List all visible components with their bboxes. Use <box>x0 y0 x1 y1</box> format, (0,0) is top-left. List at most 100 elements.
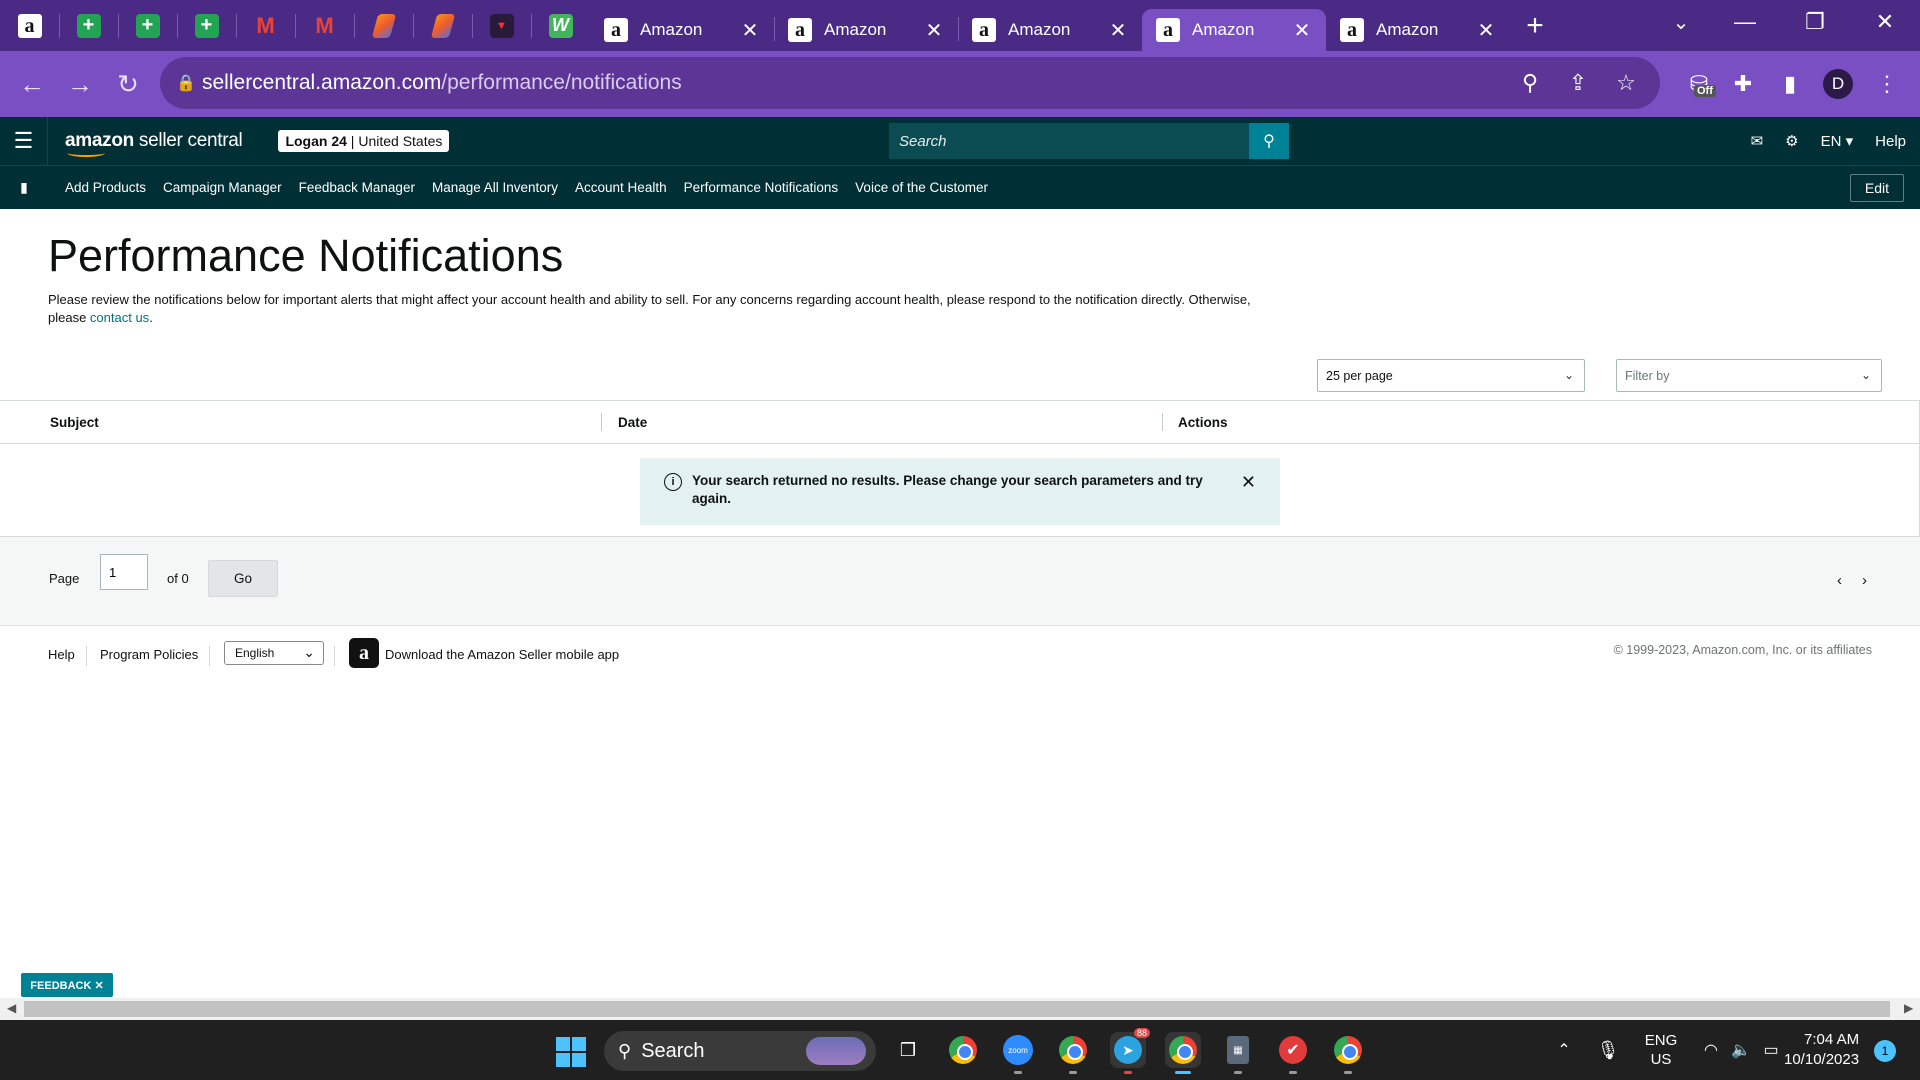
pinned-tab-sheets[interactable]: + <box>118 0 177 51</box>
search-button[interactable]: ⚲ <box>1249 123 1289 159</box>
extension-off-button[interactable]: ⛁ Off <box>1676 61 1722 107</box>
taskbar-chrome-alt[interactable] <box>1330 1032 1366 1074</box>
chrome-menu-button[interactable]: ⋮ <box>1864 61 1910 107</box>
back-button[interactable]: ← <box>8 60 56 108</box>
mail-icon[interactable]: ✉ <box>1751 132 1764 150</box>
nav-add-products[interactable]: Add Products <box>65 180 146 195</box>
close-icon[interactable]: ✕ <box>1108 18 1128 43</box>
footer-help-link[interactable]: Help <box>48 647 75 662</box>
nav-campaign-manager[interactable]: Campaign Manager <box>163 180 282 195</box>
minimize-button[interactable]: — <box>1710 0 1780 44</box>
scroll-right-icon[interactable]: ▶ <box>1904 1001 1913 1015</box>
go-button[interactable]: Go <box>208 560 278 597</box>
edit-bookmarks-button[interactable]: Edit <box>1849 174 1904 202</box>
pinned-tab-sheets[interactable]: + <box>177 0 236 51</box>
page-number-input[interactable] <box>100 554 148 590</box>
close-icon[interactable]: ✕ <box>1241 472 1256 493</box>
column-subject[interactable]: Subject <box>50 401 99 444</box>
pinned-tab-w-app[interactable]: W <box>531 0 590 51</box>
browser-tab-active[interactable]: a Amazon ✕ <box>1142 9 1326 51</box>
volume-icon[interactable]: 🔈 <box>1726 1040 1756 1060</box>
seller-central-logo[interactable]: amazon seller central <box>65 130 243 157</box>
browser-tab[interactable]: a Amazon ✕ <box>590 9 774 51</box>
windows-logo-icon <box>572 1037 586 1051</box>
pinned-tab-gmail[interactable]: M <box>295 0 354 51</box>
per-page-select[interactable]: 25 per page ⌄ <box>1317 359 1585 392</box>
filter-by-select[interactable]: Filter by ⌄ <box>1616 359 1882 392</box>
taskbar-chrome-profile[interactable] <box>1055 1032 1091 1074</box>
bookmark-icon[interactable]: ▮ <box>0 179 48 196</box>
nav-voice-of-the-customer[interactable]: Voice of the Customer <box>855 180 988 195</box>
contact-us-link[interactable]: contact us <box>90 310 149 325</box>
download-app-link[interactable]: Download the Amazon Seller mobile app <box>385 647 619 662</box>
browser-tab[interactable]: a Amazon ✕ <box>1326 9 1510 51</box>
reload-button[interactable]: ↻ <box>104 60 152 108</box>
taskbar-chrome[interactable] <box>945 1032 981 1068</box>
footer-program-policies-link[interactable]: Program Policies <box>100 647 198 662</box>
column-date[interactable]: Date <box>618 401 647 444</box>
window-controls: — ❐ ✕ <box>1710 0 1920 44</box>
browser-tab[interactable]: a Amazon ✕ <box>774 9 958 51</box>
tab-title: Amazon <box>1376 20 1439 39</box>
star-icon[interactable]: ☆ <box>1602 70 1650 96</box>
new-tab-button[interactable]: + <box>1510 0 1560 51</box>
wifi-icon[interactable]: ◠ <box>1696 1040 1726 1060</box>
nav-feedback-manager[interactable]: Feedback Manager <box>299 180 415 195</box>
footer-language-select[interactable]: English ⌄ <box>224 641 324 665</box>
tab-search-button[interactable]: ⌄ <box>1656 0 1706 44</box>
taskbar-tasks-app[interactable]: ✔ <box>1275 1032 1311 1074</box>
microphone-icon[interactable]: 🎙 <box>1590 1040 1626 1061</box>
language-selector[interactable]: EN ▾ <box>1821 132 1854 150</box>
taskbar-search[interactable]: ⚲ Search <box>604 1031 876 1071</box>
taskbar-clock[interactable]: 7:04 AM 10/10/2023 <box>1784 1030 1859 1070</box>
taskbar-zoom[interactable]: zoom <box>1000 1032 1036 1074</box>
share-icon[interactable]: ⇪ <box>1554 70 1602 96</box>
next-page-icon[interactable]: › <box>1862 572 1867 589</box>
close-icon[interactable]: ✕ <box>740 18 760 43</box>
restore-button[interactable]: ❐ <box>1780 0 1850 44</box>
help-link[interactable]: Help <box>1875 133 1906 150</box>
notification-badge[interactable]: 1 <box>1874 1040 1896 1062</box>
horizontal-scrollbar[interactable]: ◀ ▶ <box>0 998 1920 1020</box>
pinned-tab-amazon[interactable]: a <box>0 0 59 51</box>
profile-button[interactable]: D <box>1815 61 1861 107</box>
forward-button[interactable]: → <box>56 60 104 108</box>
address-bar[interactable]: 🔒 sellercentral.amazon.com/performance/n… <box>160 57 1660 109</box>
input-language[interactable]: ENG US <box>1636 1031 1686 1069</box>
zoom-icon[interactable]: ⚲ <box>1506 70 1554 96</box>
pinned-tab-red-logo[interactable]: ▼ <box>472 0 531 51</box>
search-icon: ⚲ <box>618 1040 632 1061</box>
feedback-button[interactable]: FEEDBACK ✕ <box>21 973 113 997</box>
nav-performance-notifications[interactable]: Performance Notifications <box>684 180 839 195</box>
extensions-button[interactable]: ✚ <box>1720 61 1766 107</box>
account-switcher[interactable]: Logan 24 | United States <box>278 130 450 152</box>
close-icon[interactable]: ✕ <box>924 18 944 43</box>
side-panel-button[interactable]: ▮ <box>1767 61 1813 107</box>
taskbar-telegram[interactable]: ➤ 88 <box>1110 1028 1150 1074</box>
menu-button[interactable]: ☰ <box>0 117 48 165</box>
taskbar-calculator[interactable]: ▦ <box>1220 1032 1256 1074</box>
task-view-button[interactable]: ❒ <box>890 1032 926 1068</box>
previous-page-icon[interactable]: ‹ <box>1837 572 1842 589</box>
windows-start-button[interactable] <box>556 1037 586 1067</box>
scroll-left-icon[interactable]: ◀ <box>7 1001 16 1015</box>
close-icon[interactable]: ✕ <box>1476 18 1496 43</box>
pinned-tab-sheets[interactable]: + <box>59 0 118 51</box>
gear-icon[interactable]: ⚙ <box>1785 132 1798 150</box>
chevron-up-icon[interactable]: ⌃ <box>1552 1040 1576 1060</box>
scrollbar-thumb[interactable] <box>24 1001 1890 1017</box>
close-window-button[interactable]: ✕ <box>1850 0 1920 44</box>
pinned-tab-app[interactable] <box>354 0 413 51</box>
search-highlight-image <box>806 1037 866 1065</box>
close-icon[interactable]: ✕ <box>1292 18 1312 43</box>
browser-tab[interactable]: a Amazon ✕ <box>958 9 1142 51</box>
nav-manage-all-inventory[interactable]: Manage All Inventory <box>432 180 558 195</box>
amazon-seller-app-icon[interactable]: a <box>349 638 379 668</box>
pinned-tab-gmail[interactable]: M <box>236 0 295 51</box>
pinned-tab-app[interactable] <box>413 0 472 51</box>
w-app-icon: W <box>548 13 573 38</box>
taskbar-chrome-active[interactable] <box>1165 1032 1201 1074</box>
search-input[interactable] <box>889 123 1249 159</box>
battery-icon[interactable]: ▭ <box>1756 1040 1786 1060</box>
nav-account-health[interactable]: Account Health <box>575 180 667 195</box>
